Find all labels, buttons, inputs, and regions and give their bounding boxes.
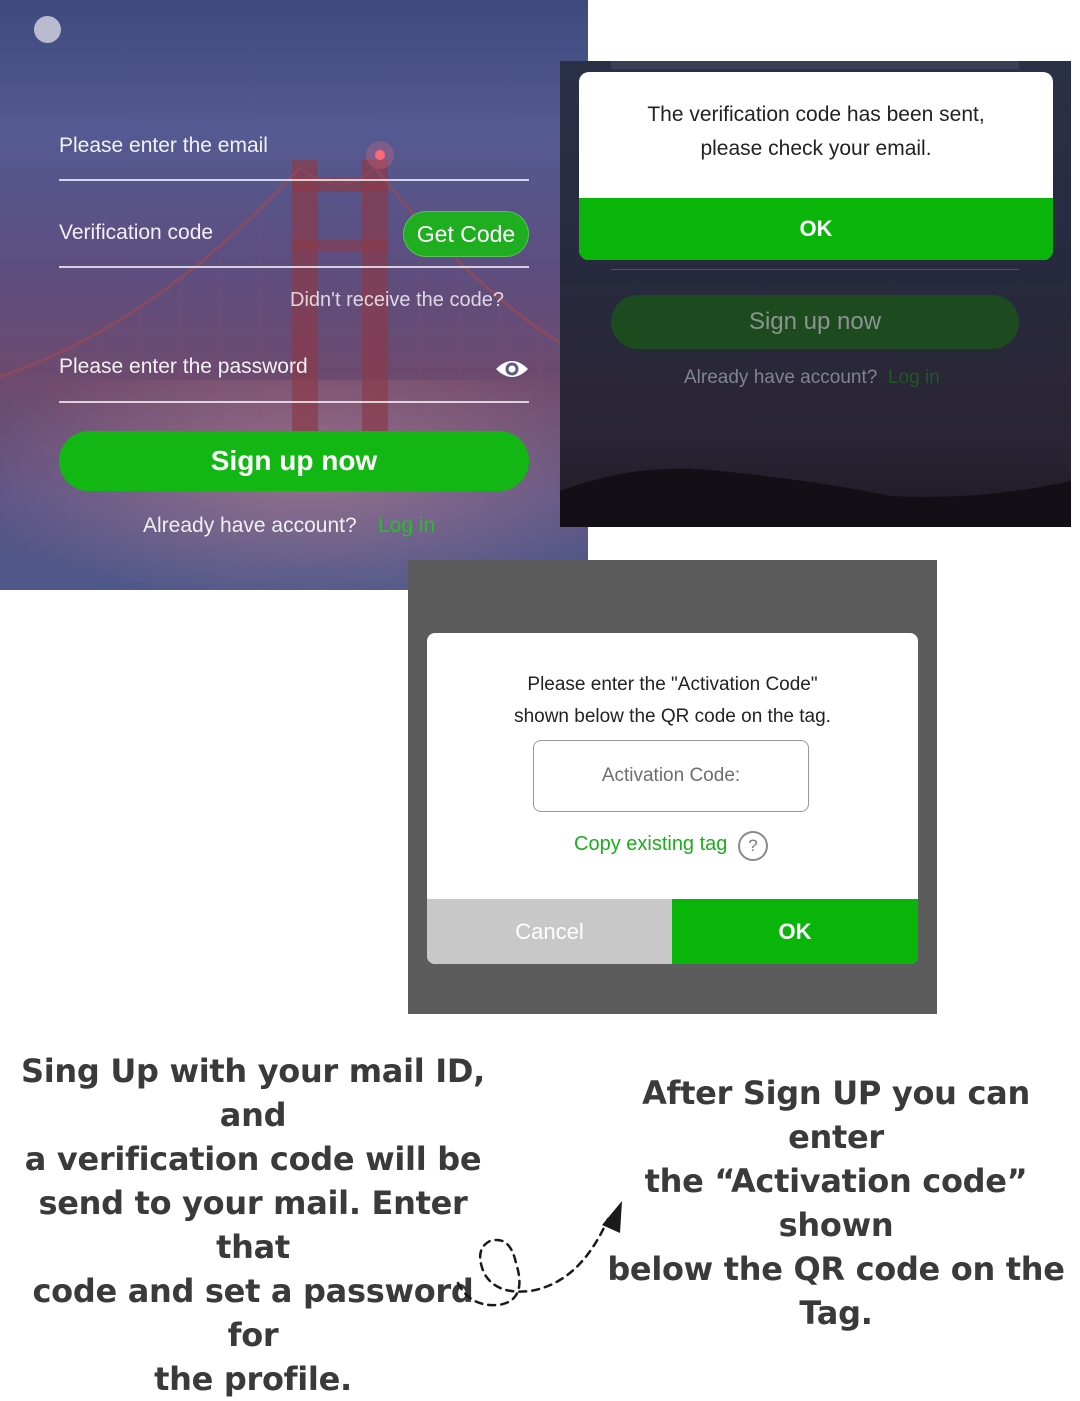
status-dot (34, 16, 61, 43)
caption-left-line5: the profile. (154, 1360, 352, 1398)
activation-message: Please enter the "Activation Code" shown… (427, 669, 918, 733)
question-circle-icon[interactable]: ? (738, 831, 768, 861)
signup-screen-panel: Please enter the email Verification code… (0, 0, 588, 590)
get-code-button[interactable]: Get Code (403, 211, 529, 257)
verification-code-field[interactable]: Verification code (59, 221, 213, 245)
dimmed-sign-up-button: Sign up now (611, 295, 1019, 349)
signup-instructions-caption: Sing Up with your mail ID, and a verific… (6, 1049, 500, 1401)
log-in-link[interactable]: Log in (378, 514, 435, 538)
dark-hill-silhouette (560, 468, 1071, 527)
verification-ok-button[interactable]: OK (579, 198, 1053, 260)
activation-message-line1: Please enter the "Activation Code" (527, 674, 818, 695)
didnt-receive-code-link[interactable]: Didn't receive the code? (290, 289, 504, 312)
verification-dialog: The verification code has been sent, ple… (579, 72, 1053, 260)
code-field-underline (59, 266, 529, 268)
sign-up-now-button[interactable]: Sign up now (59, 431, 529, 491)
activation-ok-button[interactable]: OK (672, 899, 918, 964)
caption-left-line2: a verification code will be (24, 1140, 482, 1178)
activation-instructions-caption: After Sign UP you can enter the “Activat… (596, 1071, 1076, 1335)
email-field-underline (59, 179, 529, 181)
email-field[interactable]: Please enter the email (59, 134, 268, 158)
verification-message-line1: The verification code has been sent, (647, 103, 985, 126)
caption-left-line3: send to your mail. Enter that (38, 1184, 468, 1266)
dimmed-log-in-link: Log in (888, 367, 940, 388)
activation-code-input[interactable] (533, 740, 809, 812)
already-have-account-text: Already have account? (143, 514, 357, 537)
password-field[interactable]: Please enter the password (59, 355, 308, 379)
password-field-underline (59, 401, 529, 403)
caption-right-line2: the “Activation code” shown (644, 1162, 1028, 1244)
verification-message-line2: please check your email. (700, 137, 932, 160)
activation-dialog: Please enter the "Activation Code" shown… (427, 633, 918, 964)
dimmed-already-text: Already have account? (684, 367, 878, 388)
activation-code-panel: Please enter the "Activation Code" shown… (408, 560, 937, 1014)
verification-message: The verification code has been sent, ple… (579, 98, 1053, 166)
activation-message-line2: shown below the QR code on the tag. (514, 706, 831, 727)
cancel-button[interactable]: Cancel (427, 899, 672, 964)
eye-icon[interactable] (494, 355, 530, 383)
dashed-curved-arrow-icon (456, 1201, 622, 1307)
caption-left-line1: Sing Up with your mail ID, and (20, 1052, 485, 1134)
dimmed-divider (611, 269, 1019, 270)
caption-right-line1: After Sign UP you can enter (642, 1074, 1030, 1156)
verification-sent-panel: The verification code has been sent, ple… (560, 61, 1071, 527)
caption-right-line3: below the QR code on the Tag. (607, 1250, 1065, 1332)
caption-left-line4: code and set a password for (32, 1272, 474, 1354)
dimmed-field-edge (611, 61, 1019, 69)
copy-existing-tag-link[interactable]: Copy existing tag (574, 833, 727, 856)
